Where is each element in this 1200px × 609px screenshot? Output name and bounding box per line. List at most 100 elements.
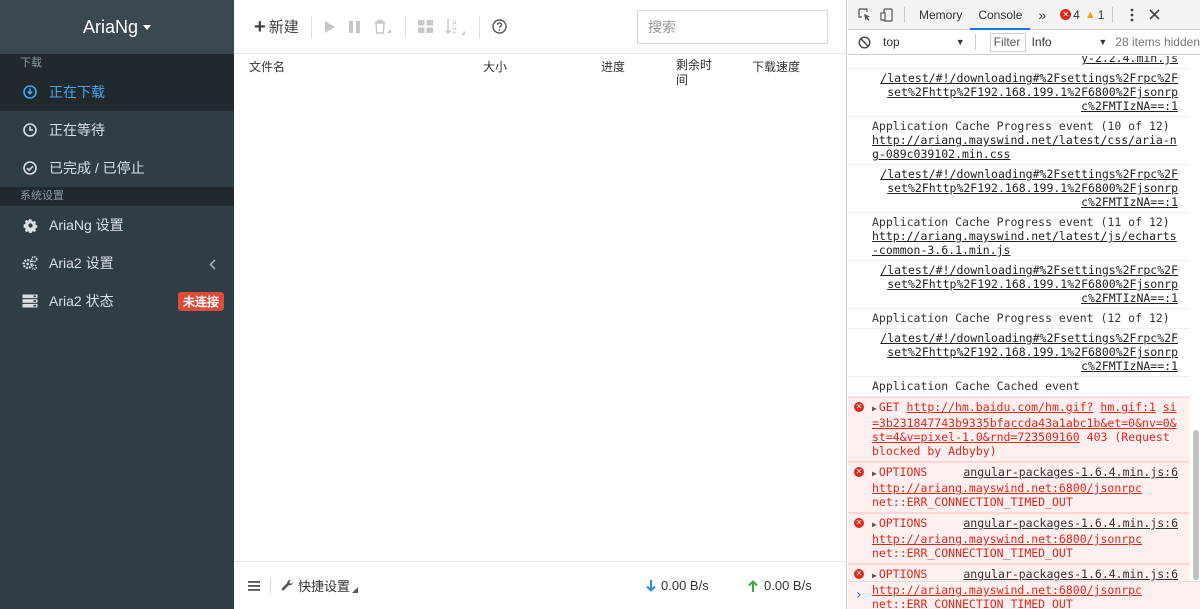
start-button[interactable] bbox=[318, 12, 342, 42]
issue-counter[interactable]: ✕ 4 ▲ 1 bbox=[1060, 8, 1104, 22]
scrollbar-thumb[interactable] bbox=[1193, 430, 1199, 580]
pause-button[interactable] bbox=[342, 12, 367, 42]
toolbar-divider bbox=[404, 15, 406, 38]
sidebar-item-aria2-settings[interactable]: Aria2 设置 bbox=[0, 244, 234, 282]
sidebar-item-waiting[interactable]: 正在等待 bbox=[0, 111, 234, 149]
column-remaining-line1: 剩余时 bbox=[676, 58, 713, 72]
console-prompt[interactable]: › bbox=[848, 581, 1200, 609]
status-code: 403 bbox=[1086, 430, 1108, 444]
menu-toggle-button[interactable] bbox=[248, 580, 260, 591]
source-link[interactable]: angular-packages-1.6.4.min.js:6 bbox=[963, 516, 1178, 530]
device-icon bbox=[880, 7, 893, 22]
console-message: Application Cache Cached event bbox=[848, 377, 1200, 397]
column-size[interactable]: 大小 bbox=[483, 58, 507, 75]
clear-console-button[interactable] bbox=[858, 35, 871, 49]
chevron-left-icon[interactable] bbox=[209, 257, 216, 273]
request-url[interactable]: http://hm.baidu.com/hm.gif? bbox=[907, 400, 1094, 414]
inspect-element-button[interactable] bbox=[854, 0, 876, 30]
error-count: 4 bbox=[1073, 7, 1080, 22]
log-level-select[interactable]: Info ▼ bbox=[1032, 35, 1108, 49]
sort-button[interactable]: AZ bbox=[439, 12, 473, 42]
upload-speed: 0.00 B/s bbox=[748, 578, 812, 593]
source-link[interactable]: hm.gif:1 bbox=[1100, 400, 1155, 414]
quick-settings-button[interactable]: 快捷设置 bbox=[281, 576, 359, 595]
devtools-menu-button[interactable] bbox=[1121, 0, 1143, 30]
warning-count: 1 bbox=[1097, 7, 1105, 22]
sidebar-item-label: 正在等待 bbox=[49, 122, 105, 138]
message-link[interactable]: http://ariang.mayswind.net/latest/css/ar… bbox=[872, 133, 1177, 161]
sidebar-item-label: 已完成 / 已停止 bbox=[49, 160, 145, 176]
kebab-icon bbox=[1131, 8, 1134, 21]
device-toolbar-button[interactable] bbox=[876, 0, 898, 30]
svg-text:Z: Z bbox=[452, 27, 457, 35]
source-link[interactable]: /latest/#!/downloading#%2Fsettings%2Frpc… bbox=[880, 263, 1178, 305]
brand-dropdown[interactable]: AriaNg bbox=[0, 0, 234, 54]
error-icon: ✕ bbox=[1060, 9, 1072, 20]
column-remaining[interactable]: 剩余时 间 bbox=[676, 58, 712, 88]
select-all-button[interactable] bbox=[412, 12, 439, 42]
console-scrollbar[interactable] bbox=[1190, 56, 1200, 581]
block-icon bbox=[858, 35, 871, 49]
error-icon: ✕ bbox=[854, 467, 864, 477]
dropdown-arrow-icon: ▼ bbox=[955, 37, 965, 47]
message-text: Application Cache Progress event (11 of … bbox=[872, 215, 1170, 229]
delete-button[interactable] bbox=[367, 12, 399, 42]
column-progress[interactable]: 进度 bbox=[601, 58, 625, 75]
warning-icon: ▲ bbox=[1084, 8, 1096, 21]
request-method: OPTIONS bbox=[878, 567, 928, 581]
source-link[interactable]: /latest/#!/downloading#%2Fsettings%2Frpc… bbox=[880, 331, 1178, 373]
source-link[interactable]: /latest/#!/downloading#%2Fsettings%2Frpc… bbox=[880, 167, 1178, 209]
request-url[interactable]: http://ariang.mayswind.net:6800/jsonrpc bbox=[872, 481, 1142, 495]
sidebar-item-ariang-settings[interactable]: AriaNg 设置 bbox=[0, 206, 234, 244]
message-text: Application Cache Progress event (12 of … bbox=[872, 311, 1170, 325]
search-input[interactable] bbox=[648, 19, 829, 35]
error-text: net::ERR_CONNECTION_TIMED_OUT bbox=[872, 495, 1073, 509]
tab-memory[interactable]: Memory bbox=[911, 0, 970, 30]
upload-speed-value: 0.00 B/s bbox=[764, 578, 812, 593]
trash-icon bbox=[374, 19, 391, 34]
bars-icon bbox=[248, 580, 260, 591]
source-link[interactable]: y-2.2.4.min.js bbox=[1081, 56, 1178, 65]
source-link[interactable]: angular-packages-1.6.4.min.js:6 bbox=[963, 465, 1178, 479]
column-speed[interactable]: 下载速度 bbox=[752, 58, 800, 75]
server-icon bbox=[22, 293, 38, 309]
dropdown-corner-icon bbox=[352, 586, 359, 593]
new-task-button[interactable]: + 新建 bbox=[248, 12, 305, 42]
close-devtools-button[interactable] bbox=[1143, 0, 1165, 30]
error-icon: ✕ bbox=[854, 518, 864, 528]
more-tabs-button[interactable]: » bbox=[1030, 0, 1054, 30]
search-box bbox=[637, 10, 829, 44]
plus-icon: + bbox=[254, 15, 266, 38]
console-error: ✕ ▶ GET http://hm.baidu.com/hm.gif? hm.gi… bbox=[848, 397, 1200, 462]
sidebar-item-aria2-status[interactable]: Aria2 状态 未连接 bbox=[0, 282, 234, 320]
section-header-download: 下载 bbox=[0, 54, 234, 73]
expand-triangle-icon[interactable]: ▶ bbox=[872, 520, 877, 529]
message-link[interactable]: http://ariang.mayswind.net/latest/js/ech… bbox=[872, 229, 1177, 257]
context-select[interactable]: top ▼ bbox=[883, 35, 965, 49]
expand-triangle-icon[interactable]: ▶ bbox=[872, 469, 877, 478]
download-circle-icon bbox=[22, 84, 38, 100]
sidebar-item-downloading[interactable]: 正在下载 bbox=[0, 73, 234, 111]
play-icon bbox=[324, 20, 335, 33]
tab-console[interactable]: Console bbox=[970, 0, 1031, 30]
sidebar-item-stopped[interactable]: 已完成 / 已停止 bbox=[0, 149, 234, 187]
filter-input[interactable]: Filter bbox=[989, 32, 1026, 52]
status-badge: 未连接 bbox=[177, 292, 224, 311]
help-button[interactable] bbox=[486, 12, 513, 42]
expand-triangle-icon[interactable]: ▶ bbox=[872, 404, 877, 413]
clock-icon bbox=[22, 122, 38, 138]
gear-icon bbox=[22, 217, 38, 233]
console-message: Application Cache Progress event (10 of … bbox=[848, 117, 1200, 165]
source-link[interactable]: /latest/#!/downloading#%2Fsettings%2Frpc… bbox=[880, 71, 1178, 113]
gears-icon bbox=[22, 255, 38, 271]
column-name[interactable]: 文件名 bbox=[249, 58, 285, 75]
devtools-panel: Memory Console » ✕ 4 ▲ 1 top ▼ Filter In… bbox=[848, 0, 1200, 609]
svg-text:A: A bbox=[452, 19, 457, 27]
source-link[interactable]: angular-packages-1.6.4.min.js:6 bbox=[963, 567, 1178, 581]
console-message: /latest/#!/downloading#%2Fsettings%2Frpc… bbox=[848, 69, 1200, 117]
expand-triangle-icon[interactable]: ▶ bbox=[872, 571, 877, 580]
request-url[interactable]: http://ariang.mayswind.net:6800/jsonrpc bbox=[872, 532, 1142, 546]
console-filterbar: top ▼ Filter Info ▼ 28 items hidden bbox=[848, 30, 1200, 55]
question-circle-icon bbox=[492, 19, 507, 34]
download-speed: 0.00 B/s bbox=[646, 578, 709, 593]
